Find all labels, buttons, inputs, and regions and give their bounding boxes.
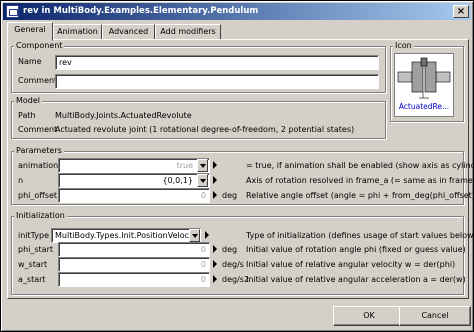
n-dropdown-button[interactable] bbox=[197, 174, 208, 187]
initialization-group-label: Initialization bbox=[14, 211, 67, 220]
tab-general-label: General bbox=[14, 25, 46, 34]
phi-start-menu-arrow-icon[interactable] bbox=[213, 245, 217, 253]
n-menu-arrow-icon[interactable] bbox=[213, 176, 217, 184]
init-type-menu-arrow-icon[interactable] bbox=[205, 231, 209, 239]
name-label: Name bbox=[18, 57, 42, 66]
tab-advanced[interactable]: Advanced bbox=[102, 24, 155, 40]
title-bar[interactable]: rev in MultiBody.Examples.Elementary.Pen… bbox=[3, 3, 471, 20]
init-description: Initial value of relative angular accele… bbox=[246, 275, 466, 284]
path-value: MultiBody.Joints.ActuatedRevolute bbox=[55, 111, 192, 120]
component-icon-box[interactable]: ActuatedRe... bbox=[394, 53, 454, 117]
init-name: initType bbox=[18, 231, 50, 240]
param-description: Axis of rotation resolved in frame_a (= … bbox=[246, 176, 474, 185]
animation-dropdown-button[interactable] bbox=[197, 159, 208, 172]
a-start-menu-arrow-icon[interactable] bbox=[213, 275, 217, 283]
cancel-button[interactable]: Cancel bbox=[399, 306, 471, 326]
ok-button[interactable]: OK bbox=[333, 306, 405, 326]
tab-animation[interactable]: Animation bbox=[53, 24, 102, 40]
tab-add-modifiers[interactable]: Add modifiers bbox=[155, 24, 221, 40]
w-start-menu-arrow-icon[interactable] bbox=[213, 260, 217, 268]
tab-general[interactable]: General bbox=[7, 22, 53, 41]
init-name: w_start bbox=[18, 260, 48, 269]
phi-offset-field[interactable]: 0 bbox=[58, 188, 210, 203]
init-type-select[interactable]: MultiBody.Types.Init.PositionVelocity bbox=[51, 228, 201, 243]
path-label: Path bbox=[18, 111, 36, 120]
model-group-label: Model bbox=[14, 96, 43, 105]
model-comment-value: Actuated revolute joint (1 rotational de… bbox=[55, 125, 355, 134]
tab-animation-label: Animation bbox=[57, 27, 98, 36]
init-description: Type of initialization (defines usage of… bbox=[246, 231, 474, 240]
dialog-window: rev in MultiBody.Examples.Elementary.Pen… bbox=[0, 0, 474, 332]
param-name: animation bbox=[18, 161, 59, 170]
n-field[interactable]: {0,0,1} bbox=[58, 173, 210, 188]
icon-group-label: Icon bbox=[393, 41, 414, 50]
phi-offset-menu-arrow-icon[interactable] bbox=[213, 191, 217, 199]
init-description: Initial value of relative angular veloci… bbox=[246, 260, 456, 269]
phi-offset-unit: deg bbox=[222, 191, 238, 200]
tab-add-modifiers-label: Add modifiers bbox=[160, 27, 216, 36]
w-start-field[interactable]: 0 bbox=[58, 257, 210, 272]
model-comment-label: Comment bbox=[18, 125, 58, 134]
parameters-group-label: Parameters bbox=[14, 146, 64, 155]
close-button[interactable]: × bbox=[453, 5, 469, 18]
init-type-dropdown-button[interactable] bbox=[189, 229, 200, 242]
param-description: Relative angle offset (angle = phi + fro… bbox=[246, 191, 474, 200]
init-name: phi_start bbox=[18, 245, 54, 254]
tab-advanced-label: Advanced bbox=[108, 27, 149, 36]
init-description: Initial value of rotation angle phi (fix… bbox=[246, 245, 466, 254]
phi-start-unit: deg bbox=[222, 245, 238, 254]
name-field[interactable]: rev bbox=[55, 55, 379, 70]
a-start-field[interactable]: 0 bbox=[58, 272, 210, 287]
app-icon bbox=[6, 5, 19, 18]
w-start-unit: deg/s bbox=[222, 260, 244, 269]
param-description: = true, if animation shall be enabled (s… bbox=[246, 161, 474, 170]
a-start-unit: deg/s2 bbox=[222, 275, 250, 284]
animation-field[interactable]: true bbox=[58, 158, 210, 173]
window-title: rev in MultiBody.Examples.Elementary.Pen… bbox=[23, 6, 259, 16]
component-group-label: Component bbox=[14, 41, 65, 50]
comment-label: Comment bbox=[18, 76, 58, 85]
comment-field[interactable] bbox=[55, 74, 379, 89]
param-name: n bbox=[18, 176, 24, 185]
param-name: phi_offset bbox=[18, 191, 58, 200]
icon-caption: ActuatedRe... bbox=[398, 102, 450, 111]
phi-start-field[interactable]: 0 bbox=[58, 242, 210, 257]
revolute-joint-icon bbox=[397, 57, 451, 99]
animation-menu-arrow-icon[interactable] bbox=[213, 161, 217, 169]
init-name: a_start bbox=[18, 275, 46, 284]
